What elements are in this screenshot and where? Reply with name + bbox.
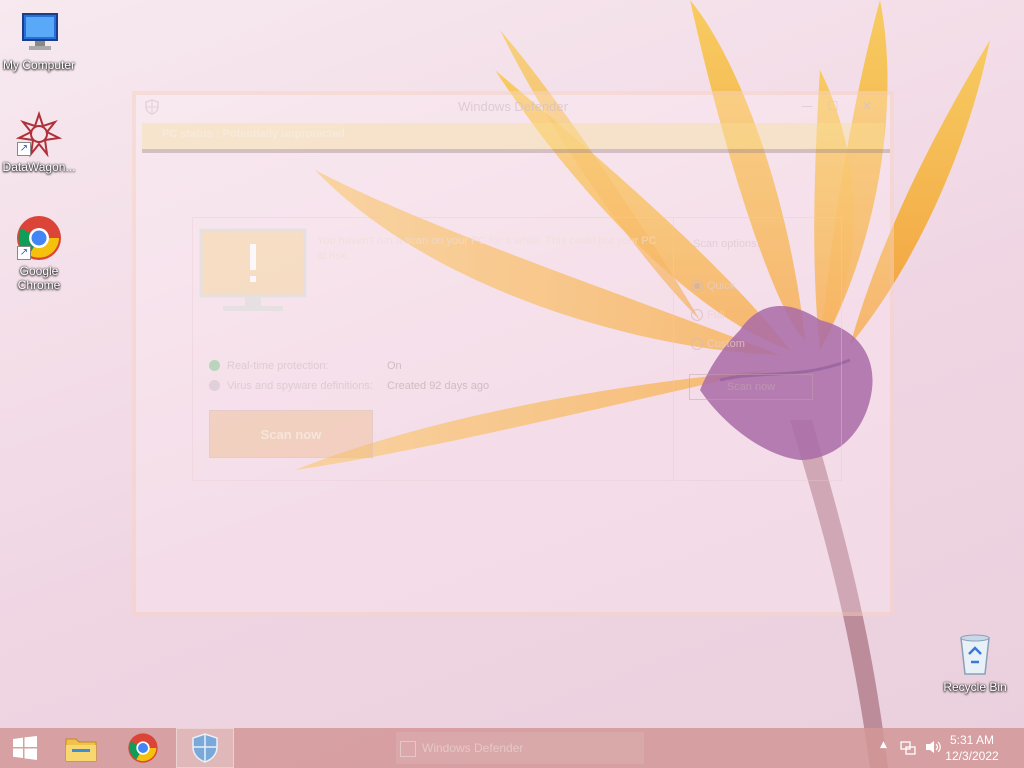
realtime-protection-value: On bbox=[387, 360, 402, 372]
desktop-icon-my-computer[interactable]: My Computer bbox=[1, 8, 77, 72]
computer-icon bbox=[15, 8, 63, 56]
definitions-label: Virus and spyware definitions: bbox=[227, 380, 373, 392]
scan-now-button[interactable]: Scan now bbox=[209, 410, 373, 458]
maximize-button[interactable]: ☐ bbox=[820, 97, 846, 115]
desktop-icon-datawagon[interactable]: ↗ DataWagon... bbox=[1, 110, 77, 174]
status-divider bbox=[142, 149, 890, 153]
taskbar-chrome[interactable] bbox=[114, 728, 172, 768]
chrome-icon bbox=[128, 733, 158, 763]
recycle-bin-icon bbox=[951, 630, 999, 678]
options-scan-now-button[interactable]: Scan now bbox=[689, 374, 813, 400]
start-icon bbox=[13, 736, 37, 760]
realtime-protection-label: Real-time protection: bbox=[227, 360, 329, 372]
refresh-icon bbox=[209, 380, 220, 391]
radio-icon bbox=[691, 309, 703, 322]
shortcut-arrow-icon: ↗ bbox=[17, 142, 31, 156]
close-button[interactable]: ✕ bbox=[854, 97, 880, 115]
desktop-icon-label: My Computer bbox=[2, 58, 76, 72]
status-panel: You haven't run a scan on your PC for a … bbox=[192, 217, 842, 481]
title-bar[interactable]: Windows Defender — ☐ ✕ bbox=[136, 95, 890, 119]
clock-date: 12/3/2022 bbox=[945, 749, 999, 763]
desktop-icon-label: Google Chrome bbox=[17, 264, 61, 292]
scan-warning-message: You haven't run a scan on your PC for a … bbox=[317, 235, 657, 262]
pc-status-text: PC status : Potentially unprotected bbox=[162, 128, 345, 140]
chrome-icon: ↗ bbox=[15, 214, 63, 262]
windows-defender-icon bbox=[192, 733, 218, 763]
checkmark-icon bbox=[209, 360, 220, 371]
start-button[interactable] bbox=[0, 728, 50, 768]
clock[interactable]: 5:31 AM 12/3/2022 bbox=[942, 732, 1002, 764]
desktop-icon-label: Recycle Bin bbox=[943, 680, 1007, 694]
warning-monitor-icon bbox=[199, 228, 307, 322]
taskbar: Windows Defender ▲ 5:31 AM 12/3/2022 bbox=[0, 728, 1024, 768]
scan-option-full[interactable]: Full bbox=[691, 309, 725, 322]
windows-defender-window[interactable]: Windows Defender — ☐ ✕ PC status : Poten… bbox=[132, 91, 894, 616]
panel-divider bbox=[673, 218, 674, 480]
desktop-icon-label: DataWagon... bbox=[2, 160, 76, 174]
system-tray: ▲ 5:31 AM 12/3/2022 bbox=[864, 728, 1024, 768]
show-hidden-icons-button[interactable]: ▲ bbox=[880, 740, 887, 750]
ghost-window-icon bbox=[400, 740, 416, 757]
taskbar-file-explorer[interactable] bbox=[52, 728, 110, 768]
desktop-icon-google-chrome[interactable]: ↗ Google Chrome bbox=[1, 214, 77, 292]
desktop-icon-recycle-bin[interactable]: Recycle Bin bbox=[937, 630, 1013, 694]
taskbar-ghost-window: Windows Defender bbox=[396, 732, 644, 764]
datawagon-icon: ↗ bbox=[15, 110, 63, 158]
file-explorer-icon bbox=[65, 738, 97, 762]
pc-status-bar: PC status : Potentially unprotected bbox=[142, 123, 884, 149]
scan-options-title: Scan options: bbox=[693, 238, 760, 250]
scan-option-quick[interactable]: Quick bbox=[691, 280, 735, 293]
radio-icon bbox=[691, 338, 703, 351]
shortcut-arrow-icon: ↗ bbox=[17, 246, 31, 260]
network-icon[interactable] bbox=[900, 739, 916, 759]
scan-option-custom[interactable]: Custom bbox=[691, 338, 745, 351]
minimize-button[interactable]: — bbox=[794, 97, 820, 115]
volume-icon[interactable] bbox=[924, 739, 942, 759]
clock-time: 5:31 AM bbox=[949, 733, 995, 747]
definitions-value: Created 92 days ago bbox=[387, 380, 490, 392]
taskbar-windows-defender[interactable] bbox=[176, 728, 234, 768]
window-title: Windows Defender bbox=[458, 99, 568, 114]
radio-selected-icon bbox=[691, 280, 703, 293]
